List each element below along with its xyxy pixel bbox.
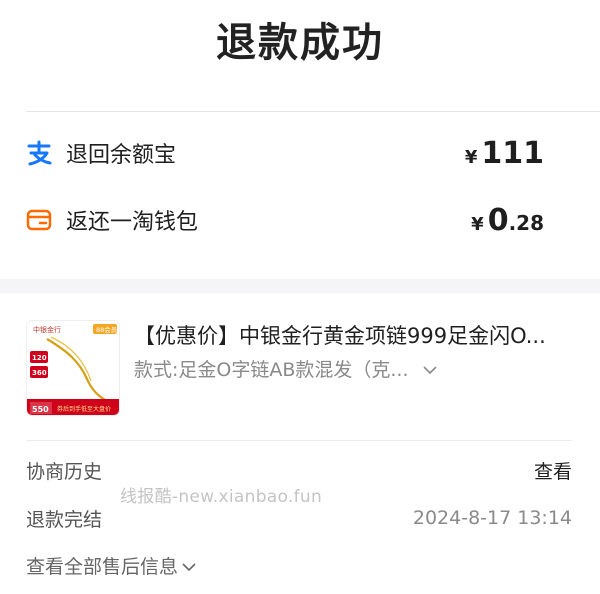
currency-symbol: ¥ [464, 146, 478, 168]
currency-symbol: ¥ [471, 213, 484, 235]
thumb-tag: 88会员 [96, 325, 118, 334]
chevron-down-icon [422, 358, 437, 380]
wallet-icon [26, 207, 52, 233]
status-label: 退款完结 [26, 508, 103, 531]
page-title: 退款成功 [216, 20, 384, 66]
refund-row-wallet: 返还一淘钱包 ¥0.28 [26, 200, 544, 240]
thumb-price-a: 120 [32, 354, 47, 362]
thumb-brand: 中银金行 [33, 325, 61, 334]
refund-status-row: 退款完结 2024-8-17 13:14 [26, 504, 572, 532]
refund-amount: ¥0.28 [471, 203, 544, 238]
product-spec: 款式:足金O字链AB款混发（克... [134, 359, 409, 381]
refund-amount: ¥111 [465, 136, 544, 171]
refund-label: 退回余额宝 [66, 143, 177, 168]
amount-decimal: .28 [508, 210, 544, 235]
thumb-banner: 券后到手低至大盘价 [57, 405, 111, 413]
thumb-price-c: 550 [32, 405, 49, 414]
section-separator [0, 279, 600, 293]
product-spec-selector[interactable]: 款式:足金O字链AB款混发（克... [134, 355, 437, 382]
status-time: 2024-8-17 13:14 [412, 507, 572, 529]
divider [26, 111, 600, 112]
amount-main: 0 [487, 202, 509, 238]
view-all-after-sales-link[interactable]: 查看全部售后信息 [26, 552, 196, 579]
thumb-price-b: 360 [32, 369, 47, 377]
negotiation-history-row: 协商历史 查看 [26, 456, 572, 484]
more-label: 查看全部售后信息 [26, 556, 179, 578]
history-label: 协商历史 [26, 460, 103, 483]
product-title[interactable]: 【优惠价】中银金行黄金项链999足金闪O... [134, 320, 572, 350]
divider [26, 440, 572, 441]
view-history-button[interactable]: 查看 [534, 457, 572, 484]
amount-main: 111 [481, 135, 544, 171]
alipay-icon [26, 140, 52, 166]
refund-row-yuebao: 退回余额宝 ¥111 [26, 133, 544, 173]
product-card[interactable]: 中银金行 88会员 120 360 550 券后到手低至大盘价 【优惠价】中银金… [26, 320, 572, 416]
chevron-down-icon [182, 555, 196, 577]
refund-label: 返还一淘钱包 [66, 210, 199, 235]
product-thumbnail[interactable]: 中银金行 88会员 120 360 550 券后到手低至大盘价 [26, 320, 120, 416]
